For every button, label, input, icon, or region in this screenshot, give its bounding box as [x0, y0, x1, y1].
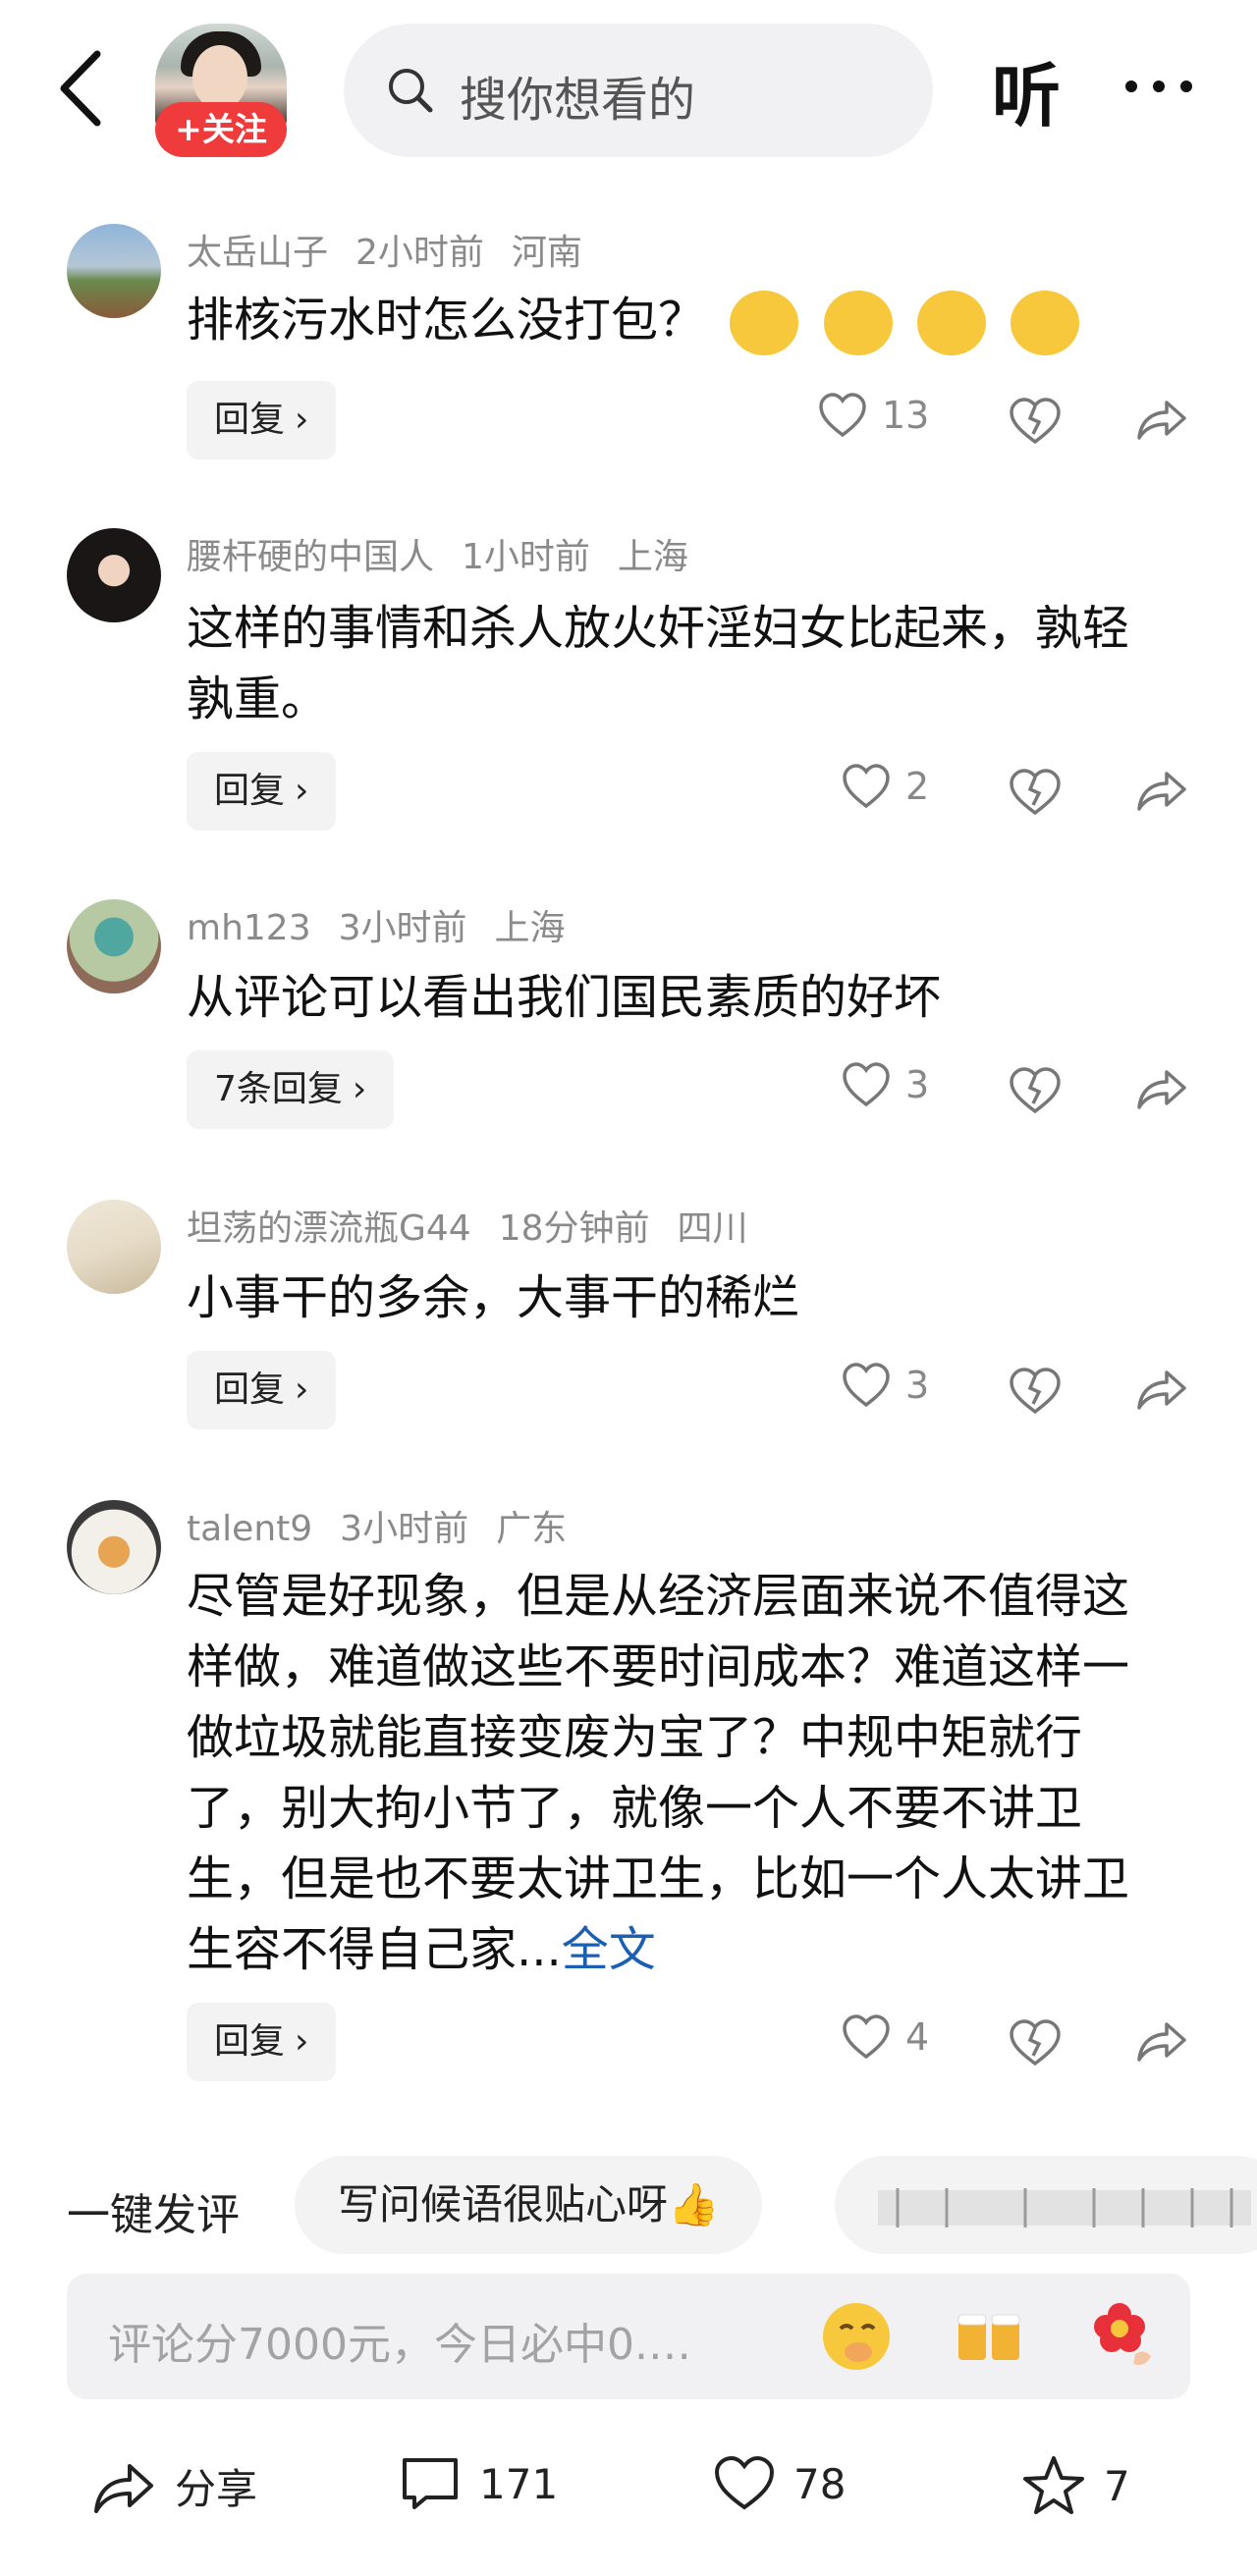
emoji-weary-icon — [730, 291, 799, 355]
dislike-icon[interactable] — [1006, 762, 1065, 821]
comment-text: 小事干的多余，大事干的稀烂 — [187, 1270, 800, 1325]
search-box[interactable]: 搜你想看的 — [344, 24, 933, 157]
comment-location: 上海 — [494, 908, 566, 948]
comment-meta: 坦荡的漂流瓶G44 18分钟前 四川 — [187, 1200, 776, 1251]
chevron-right-icon: › — [295, 2021, 309, 2062]
user-avatar[interactable] — [67, 899, 161, 993]
share-icon[interactable] — [1131, 1060, 1190, 1119]
heart-icon — [843, 1061, 890, 1106]
comment-time: 18分钟前 — [498, 1208, 650, 1249]
comment-meta: mh123 3小时前 上海 — [187, 899, 593, 950]
comment-text: 排核污水时怎么没打包？ — [187, 285, 1169, 355]
like-button[interactable]: 4 — [841, 2012, 929, 2071]
chevron-right-icon: › — [295, 1369, 309, 1410]
comment-meta: 太岳山子 2小时前 河南 — [187, 224, 610, 275]
dislike-icon[interactable] — [1006, 1060, 1065, 1119]
chevron-right-icon: › — [352, 1069, 367, 1109]
comment-time: 1小时前 — [462, 537, 590, 577]
comment-time: 3小时前 — [338, 908, 467, 948]
reply-button[interactable]: 回复 › — [187, 752, 337, 831]
like-button[interactable]: 13 — [817, 391, 929, 450]
heart-icon — [843, 763, 890, 808]
share-icon — [94, 2464, 153, 2513]
top-bar: +关注 搜你想看的 听 — [0, 0, 1257, 187]
chevron-right-icon: › — [295, 771, 309, 811]
blurred-text-icon — [878, 2187, 1251, 2227]
comment-text: 这样的事情和杀人放火奸淫妇女比起来，孰轻孰重。 — [187, 601, 1130, 726]
user-avatar[interactable] — [67, 1500, 161, 1594]
chevron-right-icon: › — [295, 400, 309, 440]
search-icon — [389, 69, 433, 113]
search-placeholder: 搜你想看的 — [460, 73, 696, 128]
back-arrow-icon[interactable] — [54, 44, 113, 133]
comment-meta: 腰杆硬的中国人 1小时前 上海 — [187, 528, 716, 579]
quick-comment-label: 一键发评 — [67, 2190, 240, 2240]
reply-button[interactable]: 回复 › — [187, 2003, 337, 2081]
share-icon[interactable] — [1131, 391, 1190, 450]
heart-icon — [843, 2013, 890, 2059]
follow-button[interactable]: +关注 — [155, 102, 287, 157]
share-icon[interactable] — [1131, 762, 1190, 821]
comment-location: 河南 — [511, 233, 582, 273]
comments-button[interactable]: 171 — [399, 2454, 558, 2533]
like-post-button[interactable]: 78 — [713, 2454, 846, 2533]
full-text-link[interactable]: 全文 — [562, 1922, 656, 1977]
heart-icon — [714, 2455, 775, 2510]
like-button[interactable]: 3 — [841, 1060, 929, 1119]
comment-username[interactable]: 腰杆硬的中国人 — [187, 537, 434, 577]
comment-location: 上海 — [617, 537, 688, 577]
comment-username[interactable]: 太岳山子 — [187, 233, 328, 273]
comment-username[interactable]: 坦荡的漂流瓶G44 — [187, 1208, 471, 1249]
like-button[interactable]: 2 — [841, 762, 929, 821]
comment-text: 尽管是好现象，但是从经济层面来说不值得这样做，难道做这些不要时间成本？难道这样一… — [187, 1569, 1130, 1977]
comment-meta: talent9 3小时前 广东 — [187, 1500, 594, 1551]
comment-input-placeholder: 评论分7000元，今日必中0.… — [108, 2320, 691, 2370]
quick-comment-chip[interactable]: 写问候语很贴心呀👍 — [295, 2156, 763, 2254]
replies-button[interactable]: 7条回复 › — [187, 1050, 395, 1129]
user-avatar[interactable] — [67, 528, 161, 622]
reply-button[interactable]: 回复 › — [187, 1351, 337, 1429]
comment-username[interactable]: talent9 — [187, 1509, 312, 1549]
comment-location: 广东 — [496, 1509, 568, 1549]
quick-comment-chip-blurred[interactable] — [835, 2156, 1257, 2254]
star-icon — [1023, 2456, 1084, 2514]
share-icon[interactable] — [1131, 1361, 1190, 1420]
reply-button[interactable]: 回复 › — [187, 381, 337, 459]
comment-time: 3小时前 — [340, 1509, 469, 1549]
listen-button[interactable]: 听 — [992, 41, 1061, 140]
heart-icon — [843, 1362, 890, 1407]
emoji-weary-icon — [916, 291, 986, 355]
emoji-shush-icon[interactable] — [817, 2297, 896, 2376]
beer-cheers-icon[interactable] — [951, 2297, 1029, 2376]
dislike-icon[interactable] — [1006, 1361, 1065, 1420]
user-avatar[interactable] — [67, 224, 161, 318]
share-button[interactable]: 分享 — [90, 2454, 257, 2533]
comment-text: 从评论可以看出我们国民素质的好坏 — [187, 970, 942, 1025]
comment-time: 2小时前 — [355, 233, 484, 273]
share-icon[interactable] — [1131, 2012, 1190, 2071]
heart-icon — [819, 392, 866, 437]
user-avatar[interactable] — [67, 1200, 161, 1294]
dislike-icon[interactable] — [1006, 2012, 1065, 2071]
comment-icon — [403, 2458, 458, 2509]
emoji-weary-icon — [1011, 291, 1080, 355]
dislike-icon[interactable] — [1006, 391, 1065, 450]
like-button[interactable]: 3 — [841, 1361, 929, 1420]
comment-username[interactable]: mh123 — [187, 908, 311, 948]
comment-location: 四川 — [677, 1208, 748, 1249]
more-icon[interactable] — [1120, 57, 1198, 116]
flower-icon[interactable] — [1084, 2297, 1163, 2376]
favorite-button[interactable]: 7 — [1021, 2454, 1130, 2533]
emoji-weary-icon — [823, 291, 893, 355]
